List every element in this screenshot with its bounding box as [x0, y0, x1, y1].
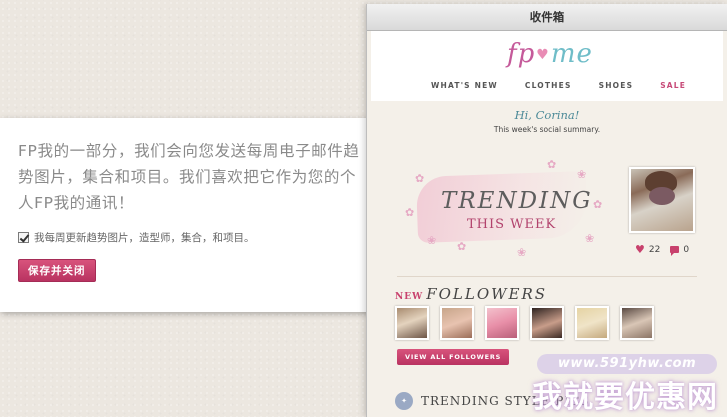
- heart-icon[interactable]: ♥: [635, 243, 645, 256]
- comments-count: 0: [683, 244, 690, 255]
- tag-icon: ✦: [395, 392, 413, 410]
- flower-decoration: ❀: [517, 246, 527, 259]
- logo-me-text: me: [550, 39, 593, 69]
- followers-title: FOLLOWERS: [426, 285, 548, 303]
- logo-fp-text: fp: [507, 39, 536, 69]
- greeting: Hi, Corina!: [514, 108, 580, 122]
- trending-subtitle: THIS WEEK: [467, 217, 557, 232]
- trending-stats: ♥ 22 0: [635, 243, 689, 256]
- nav-clothes[interactable]: CLOTHES: [525, 81, 572, 90]
- flower-decoration: ✿: [415, 172, 425, 185]
- followers-avatars: [395, 306, 654, 340]
- subscription-description: FP我的一部分，我们会向您发送每周电子邮件趋势图片，集合和项目。我们喜欢把它作为…: [18, 142, 360, 212]
- nav-sale[interactable]: SALE: [660, 81, 686, 90]
- inbox-window: 收件箱 fp♥me WHAT'S NEW CLOTHES SHOES SALE …: [366, 4, 727, 417]
- trending-title: TRENDING: [441, 188, 593, 214]
- followers-heading: NEW FOLLOWERS: [395, 285, 547, 303]
- trending-product-image[interactable]: [629, 167, 695, 233]
- trending-banner[interactable]: ✿ ✿ ❀ ✿ ❀ ✿ ❀ ✿ ❀ TRENDING THIS WEEK: [397, 154, 617, 264]
- follower-avatar[interactable]: [575, 306, 609, 340]
- image-detail: [649, 187, 675, 205]
- flower-decoration: ❀: [585, 232, 595, 245]
- likes-count: 22: [648, 244, 661, 255]
- subscription-checkbox-label[interactable]: 我每周更新趋势图片，造型师，集合，和项目。: [34, 230, 255, 245]
- flower-decoration: ✿: [593, 198, 603, 211]
- view-all-followers-button[interactable]: VIEW ALL FOLLOWERS: [397, 349, 510, 365]
- email-header: fp♥me WHAT'S NEW CLOTHES SHOES SALE: [371, 31, 723, 101]
- follower-avatar[interactable]: [440, 306, 474, 340]
- follower-avatar[interactable]: [485, 306, 519, 340]
- comment-icon[interactable]: [670, 246, 680, 256]
- flower-decoration: ✿: [457, 240, 467, 253]
- section-divider: [397, 276, 697, 277]
- watermark-site-name: 我就要优惠网: [532, 372, 718, 416]
- nav-whats-new[interactable]: WHAT'S NEW: [431, 81, 498, 90]
- followers-new-label: NEW: [395, 292, 424, 302]
- flower-decoration: ❀: [427, 234, 437, 247]
- follower-avatar[interactable]: [530, 306, 564, 340]
- nav-shoes[interactable]: SHOES: [599, 81, 634, 90]
- watermark-url: www.591yhw.com: [537, 354, 717, 374]
- inbox-title: 收件箱: [367, 4, 727, 31]
- subscription-checkbox-row[interactable]: 我每周更新趋势图片，造型师，集合，和项目。: [18, 230, 356, 245]
- follower-avatar[interactable]: [620, 306, 654, 340]
- checkbox-icon[interactable]: [18, 232, 29, 243]
- logo-heart-icon: ♥: [536, 47, 550, 63]
- flower-decoration: ❀: [577, 168, 587, 181]
- save-and-close-button[interactable]: 保存并关闭: [18, 259, 96, 282]
- fp-me-logo[interactable]: fp♥me: [507, 39, 593, 69]
- subscription-card: FP我的一部分，我们会向您发送每周电子邮件趋势图片，集合和项目。我们喜欢把它作为…: [0, 118, 378, 312]
- flower-decoration: ✿: [405, 206, 415, 219]
- social-summary: This week's social summary.: [493, 125, 601, 134]
- flower-decoration: ✿: [547, 158, 557, 171]
- follower-avatar[interactable]: [395, 306, 429, 340]
- email-nav: WHAT'S NEW CLOTHES SHOES SALE: [431, 81, 686, 90]
